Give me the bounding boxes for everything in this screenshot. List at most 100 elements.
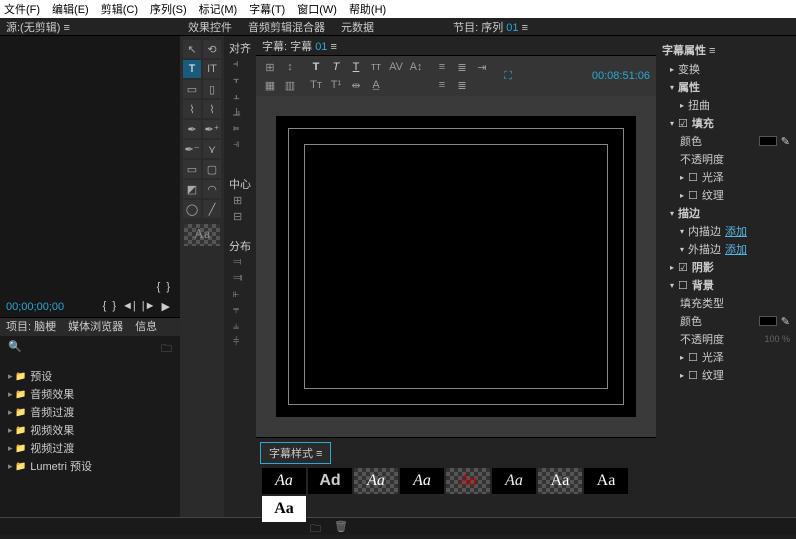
tab-project[interactable]: 项目: 脑梗	[0, 318, 62, 336]
kerning-icon[interactable]: AV	[388, 59, 404, 75]
add-anchor-icon[interactable]: ✒⁺	[203, 120, 221, 138]
tree-lumetri[interactable]: Lumetri 预设	[8, 457, 172, 475]
vertical-type-tool-icon[interactable]: IT	[203, 60, 221, 78]
add-outer-stroke-link[interactable]: 添加	[725, 241, 747, 257]
color-swatch[interactable]	[759, 316, 777, 326]
align-right-icon[interactable]: ⫠	[233, 90, 247, 104]
size-icon[interactable]: тт	[368, 59, 384, 75]
add-inner-stroke-link[interactable]: 添加	[725, 223, 747, 239]
program-panel-label[interactable]: 节目: 序列 01 ≡	[445, 19, 536, 35]
prop-transform[interactable]: ▸变换	[662, 60, 790, 78]
style-swatch[interactable]: Aa	[262, 468, 306, 494]
align-text-right-icon[interactable]: ≡	[434, 77, 450, 93]
align-text-center-icon[interactable]: ≣	[454, 59, 470, 75]
prop-bg-opacity[interactable]: 不透明度100 %	[662, 330, 790, 348]
dist-bottom-icon[interactable]: ⫩	[233, 336, 247, 350]
vertical-area-type-icon[interactable]: ▯	[203, 80, 221, 98]
convert-anchor-icon[interactable]: ⋎	[203, 140, 221, 158]
leading-icon[interactable]: A↕	[408, 59, 424, 75]
new-bin-icon[interactable]: 🗀	[161, 340, 172, 359]
color-swatch[interactable]	[759, 136, 777, 146]
superscript-icon[interactable]: T¹	[328, 77, 344, 93]
align-hcenter-icon[interactable]: ⫟	[233, 74, 247, 88]
step-fwd-icon[interactable]: |►	[142, 300, 156, 313]
styles-tab[interactable]: 字幕样式 ≡	[260, 442, 331, 464]
bracket-in-icon[interactable]: {	[157, 281, 161, 293]
tab-effect-controls[interactable]: 效果控件	[180, 19, 240, 35]
roll-crawl-icon[interactable]: ↕	[282, 59, 298, 75]
prop-bg-filltype[interactable]: 填充类型	[662, 294, 790, 312]
area-type-tool-icon[interactable]: ▭	[183, 80, 201, 98]
dist-top-icon[interactable]: ⫧	[233, 304, 247, 318]
tree-audio-fx[interactable]: 音频效果	[8, 385, 172, 403]
format-timecode[interactable]: 00:08:51:06	[592, 70, 650, 82]
smallcaps-icon[interactable]: Tᴛ	[308, 77, 324, 93]
dist-vcenter-icon[interactable]: ⫨	[233, 320, 247, 334]
selection-tool-icon[interactable]: ↖	[183, 40, 201, 58]
mark-in-icon[interactable]: {	[103, 300, 107, 313]
tree-audio-trans[interactable]: 音频过渡	[8, 403, 172, 421]
align-vcenter-icon[interactable]: ⫢	[233, 122, 247, 136]
prop-properties[interactable]: ▾属性	[662, 78, 790, 96]
prop-outer-stroke[interactable]: ▾外描边添加	[662, 240, 790, 258]
tab-metadata[interactable]: 元数据	[333, 19, 382, 35]
vertical-path-type-icon[interactable]: ⌇	[203, 100, 221, 118]
ellipse-tool-icon[interactable]: ◯	[183, 200, 201, 218]
bold-icon[interactable]: T	[308, 59, 324, 75]
prop-fill-sheen[interactable]: ▸☐ 光泽	[662, 168, 790, 186]
prop-background[interactable]: ▾☐ 背景	[662, 276, 790, 294]
rotate-tool-icon[interactable]: ⟲	[203, 40, 221, 58]
align-bottom-icon[interactable]: ⫣	[233, 138, 247, 152]
underline-icon[interactable]: T	[348, 59, 364, 75]
mark-out-icon[interactable]: }	[112, 300, 116, 313]
center-h-icon[interactable]: ⊞	[233, 194, 247, 208]
baseline-icon[interactable]: A̲	[368, 77, 384, 93]
prop-fill-opacity[interactable]: 不透明度	[662, 150, 790, 168]
prop-fill[interactable]: ▾☑ 填充	[662, 114, 790, 132]
source-panel-label[interactable]: 源:(无剪辑) ≡	[0, 19, 180, 35]
rectangle-tool-icon[interactable]: ▭	[183, 160, 201, 178]
style-swatch[interactable]: Aa	[446, 468, 490, 494]
line-tool-icon[interactable]: ╱	[203, 200, 221, 218]
align-text-left-icon[interactable]: ≡	[434, 59, 450, 75]
prop-shadow[interactable]: ▸☑ 阴影	[662, 258, 790, 276]
title-canvas[interactable]	[256, 96, 656, 437]
menu-file[interactable]: 文件(F)	[4, 1, 40, 17]
templates-icon[interactable]: ▦	[262, 77, 278, 93]
style-swatch[interactable]: Aa	[584, 468, 628, 494]
prop-fill-color[interactable]: 颜色✎	[662, 132, 790, 150]
prop-strokes[interactable]: ▾描边	[662, 204, 790, 222]
style-swatch[interactable]: Aa	[354, 468, 398, 494]
style-swatch[interactable]: Aa	[400, 468, 444, 494]
menu-marker[interactable]: 标记(M)	[199, 1, 238, 17]
delete-anchor-icon[interactable]: ✒⁻	[183, 140, 201, 158]
prop-distort[interactable]: ▸扭曲	[662, 96, 790, 114]
font-browser-icon[interactable]: ▥	[282, 77, 298, 93]
menu-sequence[interactable]: 序列(S)	[150, 1, 187, 17]
dist-right-icon[interactable]: ⫦	[233, 288, 247, 302]
center-v-icon[interactable]: ⊟	[233, 210, 247, 224]
dist-hcenter-icon[interactable]: ⫥	[233, 272, 247, 286]
pen-tool-icon[interactable]: ✒	[183, 120, 201, 138]
tree-video-fx[interactable]: 视频效果	[8, 421, 172, 439]
menu-title[interactable]: 字幕(T)	[249, 1, 285, 17]
align-left-icon[interactable]: ⫞	[233, 58, 247, 72]
tab-info[interactable]: 信息	[129, 318, 163, 336]
eyedropper-icon[interactable]: ✎	[781, 135, 790, 148]
eyedropper-icon[interactable]: ✎	[781, 315, 790, 328]
menu-clip[interactable]: 剪辑(C)	[101, 1, 138, 17]
tab-stops-icon[interactable]: ⇥	[474, 59, 490, 75]
show-video-icon[interactable]: ⛶	[500, 68, 516, 84]
style-swatch[interactable]: Ad	[308, 468, 352, 494]
menu-edit[interactable]: 编辑(E)	[52, 1, 89, 17]
prop-inner-stroke[interactable]: ▾内描边添加	[662, 222, 790, 240]
arc-tool-icon[interactable]: ◠	[203, 180, 221, 198]
source-timecode[interactable]: 00;00;00;00	[6, 301, 64, 313]
step-back-icon[interactable]: ◄|	[122, 300, 136, 313]
rounded-rect-tool-icon[interactable]: ▢	[203, 160, 221, 178]
prop-bg-texture[interactable]: ▸☐ 纹理	[662, 366, 790, 384]
new-bin-icon[interactable]: 🗀	[310, 520, 324, 534]
prop-bg-sheen[interactable]: ▸☐ 光泽	[662, 348, 790, 366]
menu-window[interactable]: 窗口(W)	[297, 1, 337, 17]
style-swatch[interactable]: Aa	[492, 468, 536, 494]
